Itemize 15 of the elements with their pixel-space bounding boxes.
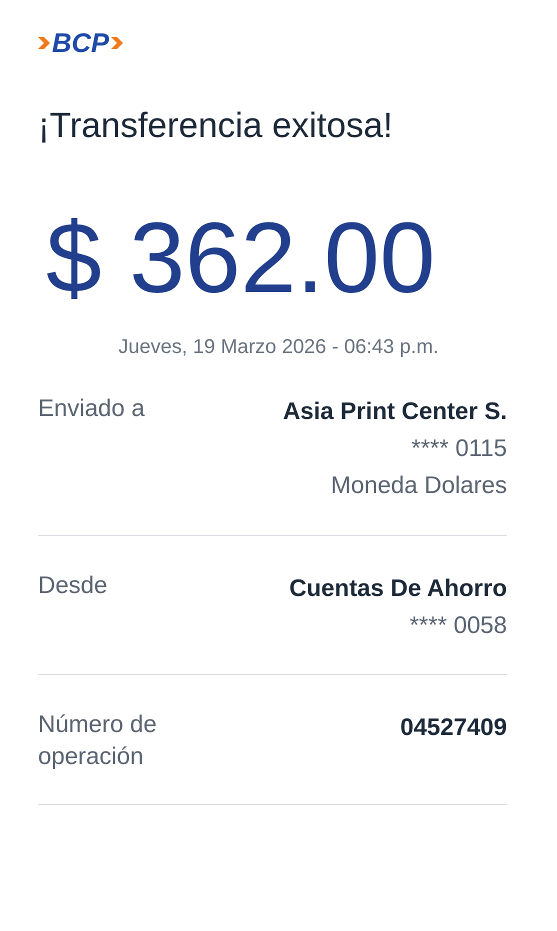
detail-value: 04527409	[400, 712, 507, 743]
amount: $ 362.00	[46, 208, 436, 308]
detail-label: Número de operación	[38, 710, 158, 772]
chevron-icon	[38, 37, 50, 49]
detail-label: Enviado a	[38, 394, 146, 424]
detail-value: Asia Print Center S.	[282, 397, 507, 427]
detail-value: Cuentas De Ahorro	[289, 574, 507, 604]
logo-text: BCP	[52, 28, 110, 58]
detail-label: Desde	[38, 570, 108, 601]
success-title: ¡Transferencia exitosa!	[38, 106, 394, 146]
chevron-icon	[111, 37, 124, 49]
detail-value: Moneda Dolares	[330, 471, 507, 502]
date-time: Jueves, 19 Marzo 2026 - 06:43 p.m.	[117, 336, 440, 359]
detail-value: **** 0058	[408, 610, 507, 641]
detail-value: **** 0115	[410, 434, 507, 464]
